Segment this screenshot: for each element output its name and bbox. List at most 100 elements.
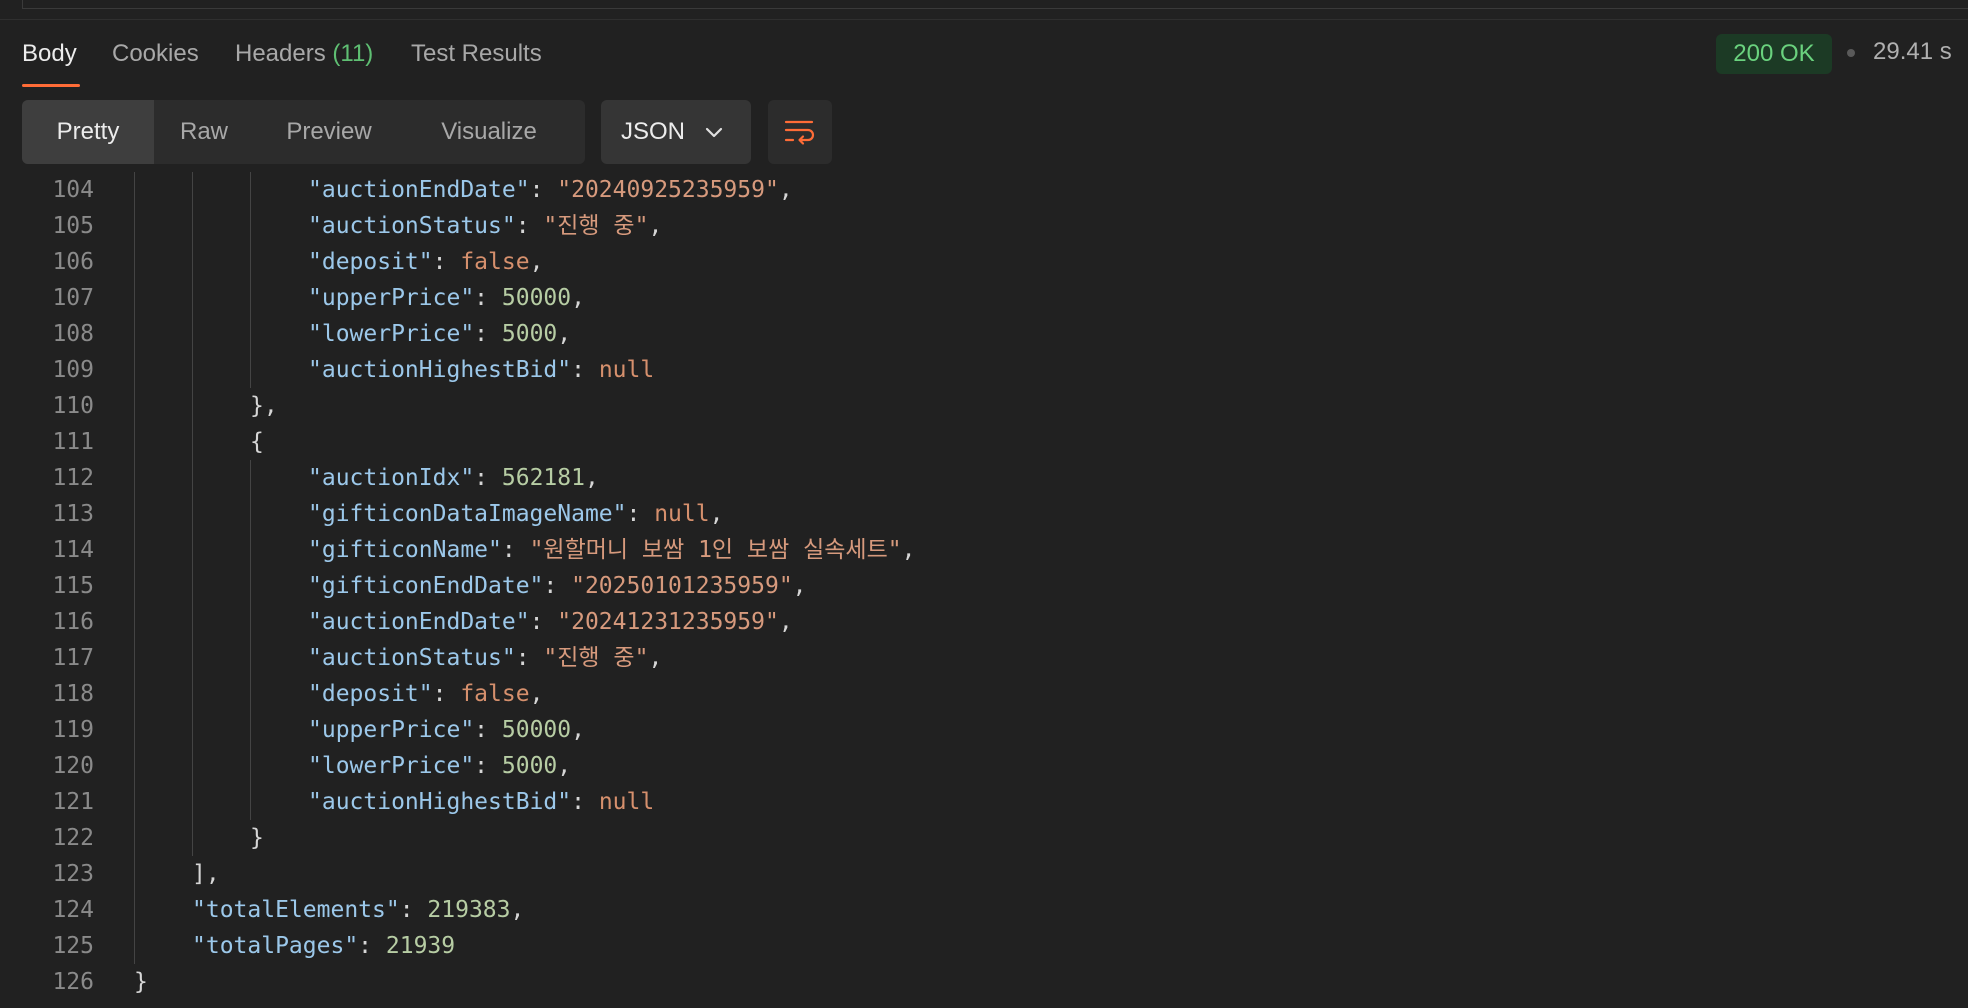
active-tab-indicator <box>22 84 80 87</box>
json-string: "20250101235959" <box>571 573 793 599</box>
response-time[interactable]: 29.41 s <box>1873 38 1952 66</box>
json-punctuation: } <box>250 825 264 851</box>
json-punctuation: , <box>648 645 663 671</box>
view-visualize-button[interactable]: Visualize <box>404 100 574 164</box>
code-text: ], <box>192 856 220 892</box>
json-key: "auctionHighestBid" <box>308 789 572 815</box>
json-key: "auctionStatus" <box>308 645 516 671</box>
line-number: 106 <box>52 249 94 275</box>
format-dropdown[interactable]: JSON <box>601 100 751 164</box>
line-number: 115 <box>52 573 94 599</box>
code-text: "gifticonDataImageName": null, <box>308 496 723 532</box>
json-key: "totalPages" <box>192 933 359 959</box>
json-key: "auctionIdx" <box>308 465 475 491</box>
code-text: { <box>250 424 264 460</box>
indent-guide <box>134 172 135 964</box>
view-mode-switcher: Pretty Raw Preview Visualize <box>22 100 585 164</box>
json-number: 5000 <box>501 753 558 779</box>
json-keyword: null <box>598 789 655 815</box>
code-text: "auctionEndDate": "20240925235959", <box>308 172 793 208</box>
json-punctuation: , <box>778 609 793 635</box>
line-number: 112 <box>52 465 94 491</box>
json-punctuation: , <box>557 753 572 779</box>
code-line: 125 "totalPages": 21939 <box>0 928 1968 964</box>
json-keyword: null <box>598 357 655 383</box>
json-key: "gifticonName" <box>308 537 502 563</box>
code-text: "deposit": false, <box>308 676 543 712</box>
separator-dot <box>1847 49 1855 57</box>
view-preview-button[interactable]: Preview <box>254 100 404 164</box>
json-key: "auctionStatus" <box>308 213 516 239</box>
code-line: 111 { <box>0 424 1968 460</box>
line-number: 111 <box>52 429 94 455</box>
line-number: 126 <box>52 969 94 995</box>
json-punctuation: , <box>571 717 585 743</box>
tab-headers-label: Headers <box>235 40 326 67</box>
json-number: 21939 <box>385 933 456 959</box>
code-line: 116 "auctionEndDate": "20241231235959", <box>0 604 1968 640</box>
json-punctuation: , <box>584 465 599 491</box>
json-punctuation: { <box>250 429 264 455</box>
code-text: "gifticonName": "원할머니 보쌈 1인 보쌈 실속세트", <box>308 532 915 568</box>
json-punctuation: : <box>474 465 502 491</box>
line-number: 113 <box>52 501 94 527</box>
wrap-lines-button[interactable] <box>768 100 832 164</box>
code-line: 122} <box>0 820 1968 856</box>
line-number: 109 <box>52 357 94 383</box>
code-line: 121 "auctionHighestBid": null <box>0 784 1968 820</box>
code-text: "upperPrice": 50000, <box>308 712 585 748</box>
request-pane-edge <box>0 0 1968 20</box>
code-text: "auctionStatus": "진행 중", <box>308 640 662 676</box>
pane-divider[interactable] <box>0 19 1968 20</box>
json-number: 219383 <box>427 897 511 923</box>
json-punctuation: : <box>474 753 502 779</box>
line-number: 124 <box>52 897 94 923</box>
json-key: "gifticonEndDate" <box>308 573 544 599</box>
json-key: "deposit" <box>308 249 433 275</box>
headers-count: (11) <box>332 40 374 67</box>
tab-body[interactable]: Body <box>22 40 77 68</box>
code-line: 115 "gifticonEndDate": "20250101235959", <box>0 568 1968 604</box>
code-text: "auctionEndDate": "20241231235959", <box>308 604 793 640</box>
code-text: "deposit": false, <box>308 244 543 280</box>
json-punctuation: : <box>358 933 386 959</box>
code-line: 126} <box>0 964 1968 1000</box>
json-number: 562181 <box>501 465 585 491</box>
indent-guide <box>250 460 251 820</box>
json-punctuation: : <box>432 249 461 275</box>
line-number: 105 <box>52 213 94 239</box>
code-line: 114 "gifticonName": "원할머니 보쌈 1인 보쌈 실속세트", <box>0 532 1968 568</box>
indent-guide <box>250 172 251 388</box>
json-punctuation: , <box>901 537 916 563</box>
tab-test-results[interactable]: Test Results <box>411 40 542 68</box>
response-body-editor[interactable]: 104 "auctionEndDate": "20240925235959", 10… <box>0 172 1968 1008</box>
code-line: 109 "auctionHighestBid": null <box>0 352 1968 388</box>
json-punctuation: : <box>474 321 502 347</box>
code-line: 124 "totalElements": 219383, <box>0 892 1968 928</box>
json-number: 5000 <box>501 321 558 347</box>
status-badge[interactable]: 200 OK <box>1716 34 1832 74</box>
tab-cookies[interactable]: Cookies <box>112 40 199 68</box>
code-text: "upperPrice": 50000, <box>308 280 585 316</box>
code-line: 113 "gifticonDataImageName": null, <box>0 496 1968 532</box>
code-text: "totalPages": 21939 <box>192 928 455 964</box>
json-punctuation: : <box>501 537 530 563</box>
json-punctuation: : <box>515 213 544 239</box>
code-text: "auctionHighestBid": null <box>308 352 654 388</box>
json-punctuation: : <box>529 177 558 203</box>
tab-headers[interactable]: Headers (11) <box>235 40 373 68</box>
chevron-down-icon <box>705 127 723 138</box>
indent-guide <box>192 172 193 856</box>
json-punctuation: } <box>134 969 148 995</box>
code-text: "auctionHighestBid": null <box>308 784 654 820</box>
json-punctuation: , <box>529 681 544 707</box>
line-number: 117 <box>52 645 94 671</box>
json-key: "upperPrice" <box>308 717 475 743</box>
json-punctuation: : <box>571 357 599 383</box>
line-number: 118 <box>52 681 94 707</box>
view-pretty-button[interactable]: Pretty <box>22 100 154 164</box>
json-punctuation: : <box>432 681 461 707</box>
line-number: 107 <box>52 285 94 311</box>
view-raw-button[interactable]: Raw <box>154 100 254 164</box>
line-number: 123 <box>52 861 94 887</box>
